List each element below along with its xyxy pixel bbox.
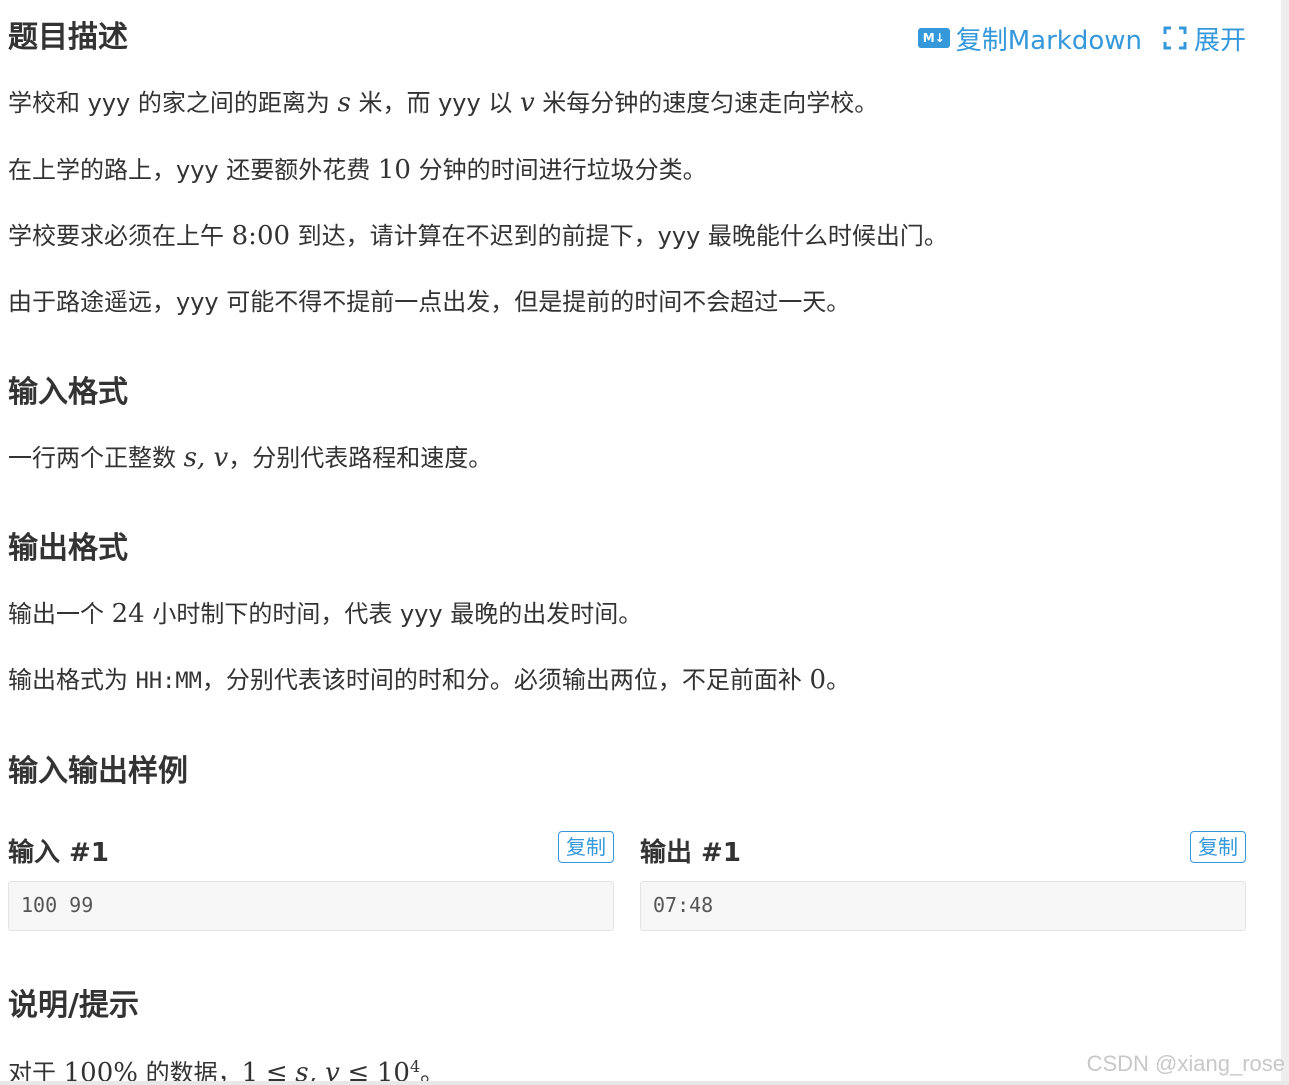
input-format-text-a: 一行两个正整数 (8, 444, 184, 472)
description-paragraph-3: 学校要求必须在上午 8:00 到达，请计算在不迟到的前提下，yyy 最晚能什么时… (8, 219, 948, 253)
math-8-00: 8:00 (231, 221, 291, 251)
sample-input-value: 100 99 (21, 893, 94, 917)
desc-p3-text-a: 学校要求必须在上午 (8, 222, 232, 250)
copy-markdown-button[interactable]: M↓ 复制Markdown (917, 20, 1142, 57)
markdown-icon: M↓ (917, 28, 950, 48)
expand-button[interactable]: 展开 (1162, 20, 1246, 57)
description-paragraph-4: 由于路途遥远，yyy 可能不得不提前一点出发，但是提前的时间不会超过一天。 (8, 288, 851, 316)
description-paragraph-2: 在上学的路上，yyy 还要额外花费 10 分钟的时间进行垃圾分类。 (8, 153, 707, 187)
desc-p2-text-b: 分钟的时间进行垃圾分类。 (410, 156, 707, 184)
sample-output-value: 07:48 (653, 893, 714, 917)
sample-output-panel: 输出 #1 复制 07:48 (640, 826, 1246, 931)
description-title: 题目描述 (8, 20, 128, 55)
math-10: 10 (377, 155, 411, 185)
output-format-title: 输出格式 (8, 531, 128, 566)
sample-output-label: 输出 #1 (640, 838, 741, 868)
desc-p1-text-a: 学校和 yyy 的家之间的距离为 (8, 89, 338, 117)
hint-paragraph: 对于 100% 的数据，1 ≤ s, v ≤ 104。 (8, 1050, 444, 1085)
samples-title: 输入输出样例 (8, 754, 188, 789)
desc-p1-text-b: 米，而 yyy 以 (350, 89, 520, 117)
output-format-paragraph-2: 输出格式为 HH:MM，分别代表该时间的时和分。必须输出两位，不足前面补 0。 (8, 663, 850, 699)
sample-input-panel: 输入 #1 复制 100 99 (8, 826, 614, 931)
expand-label: 展开 (1193, 25, 1246, 56)
bottom-divider (0, 1081, 1289, 1085)
input-format-paragraph: 一行两个正整数 s, v，分别代表路程和速度。 (8, 441, 492, 475)
output-format-p1-text-a: 输出一个 (8, 600, 112, 628)
math-v: v (519, 88, 535, 118)
sample-input-label: 输入 #1 (8, 838, 109, 868)
description-paragraph-1: 学校和 yyy 的家之间的距离为 s 米，而 yyy 以 v 米每分钟的速度匀速… (8, 86, 878, 120)
desc-p3-text-b: 到达，请计算在不迟到的前提下，yyy 最晚能什么时候出门。 (290, 222, 948, 250)
input-format-title: 输入格式 (8, 375, 128, 410)
sample-output-box[interactable]: 07:48 (640, 881, 1246, 931)
input-format-text-b: ，分别代表路程和速度。 (228, 444, 493, 472)
copy-markdown-label: 复制Markdown (955, 25, 1142, 56)
sample-input-box[interactable]: 100 99 (8, 881, 614, 931)
math-0: 0 (809, 665, 827, 695)
math-24: 24 (111, 599, 145, 629)
math-s: s (337, 88, 351, 118)
expand-icon (1163, 26, 1187, 50)
math-exponent-4: 4 (409, 1057, 421, 1076)
hint-title: 说明/提示 (8, 988, 139, 1023)
output-format-p2-text-c: 。 (826, 666, 851, 694)
desc-p2-text-a: 在上学的路上，yyy 还要额外花费 (8, 156, 378, 184)
copy-input-button[interactable]: 复制 (558, 831, 614, 863)
code-hh-mm: HH:MM (135, 669, 202, 694)
problem-toolbar: M↓ 复制Markdown 展开 (917, 20, 1246, 57)
sample-input-header: 输入 #1 复制 (8, 826, 614, 874)
copy-output-button[interactable]: 复制 (1190, 831, 1246, 863)
desc-p1-text-c: 米每分钟的速度匀速走向学校。 (534, 89, 879, 117)
sample-output-header: 输出 #1 复制 (640, 826, 1246, 874)
output-format-p2-text-a: 输出格式为 (8, 666, 136, 694)
page-scrollbar[interactable] (1281, 0, 1289, 1085)
csdn-watermark: CSDN @xiang_rose (1086, 1051, 1285, 1076)
output-format-p1-text-b: 小时制下的时间，代表 yyy 最晚的出发时间。 (144, 600, 643, 628)
math-s-v: s, v (183, 443, 229, 473)
output-format-p2-text-b: ，分别代表该时间的时和分。必须输出两位，不足前面补 (201, 666, 810, 694)
output-format-paragraph-1: 输出一个 24 小时制下的时间，代表 yyy 最晚的出发时间。 (8, 597, 642, 631)
